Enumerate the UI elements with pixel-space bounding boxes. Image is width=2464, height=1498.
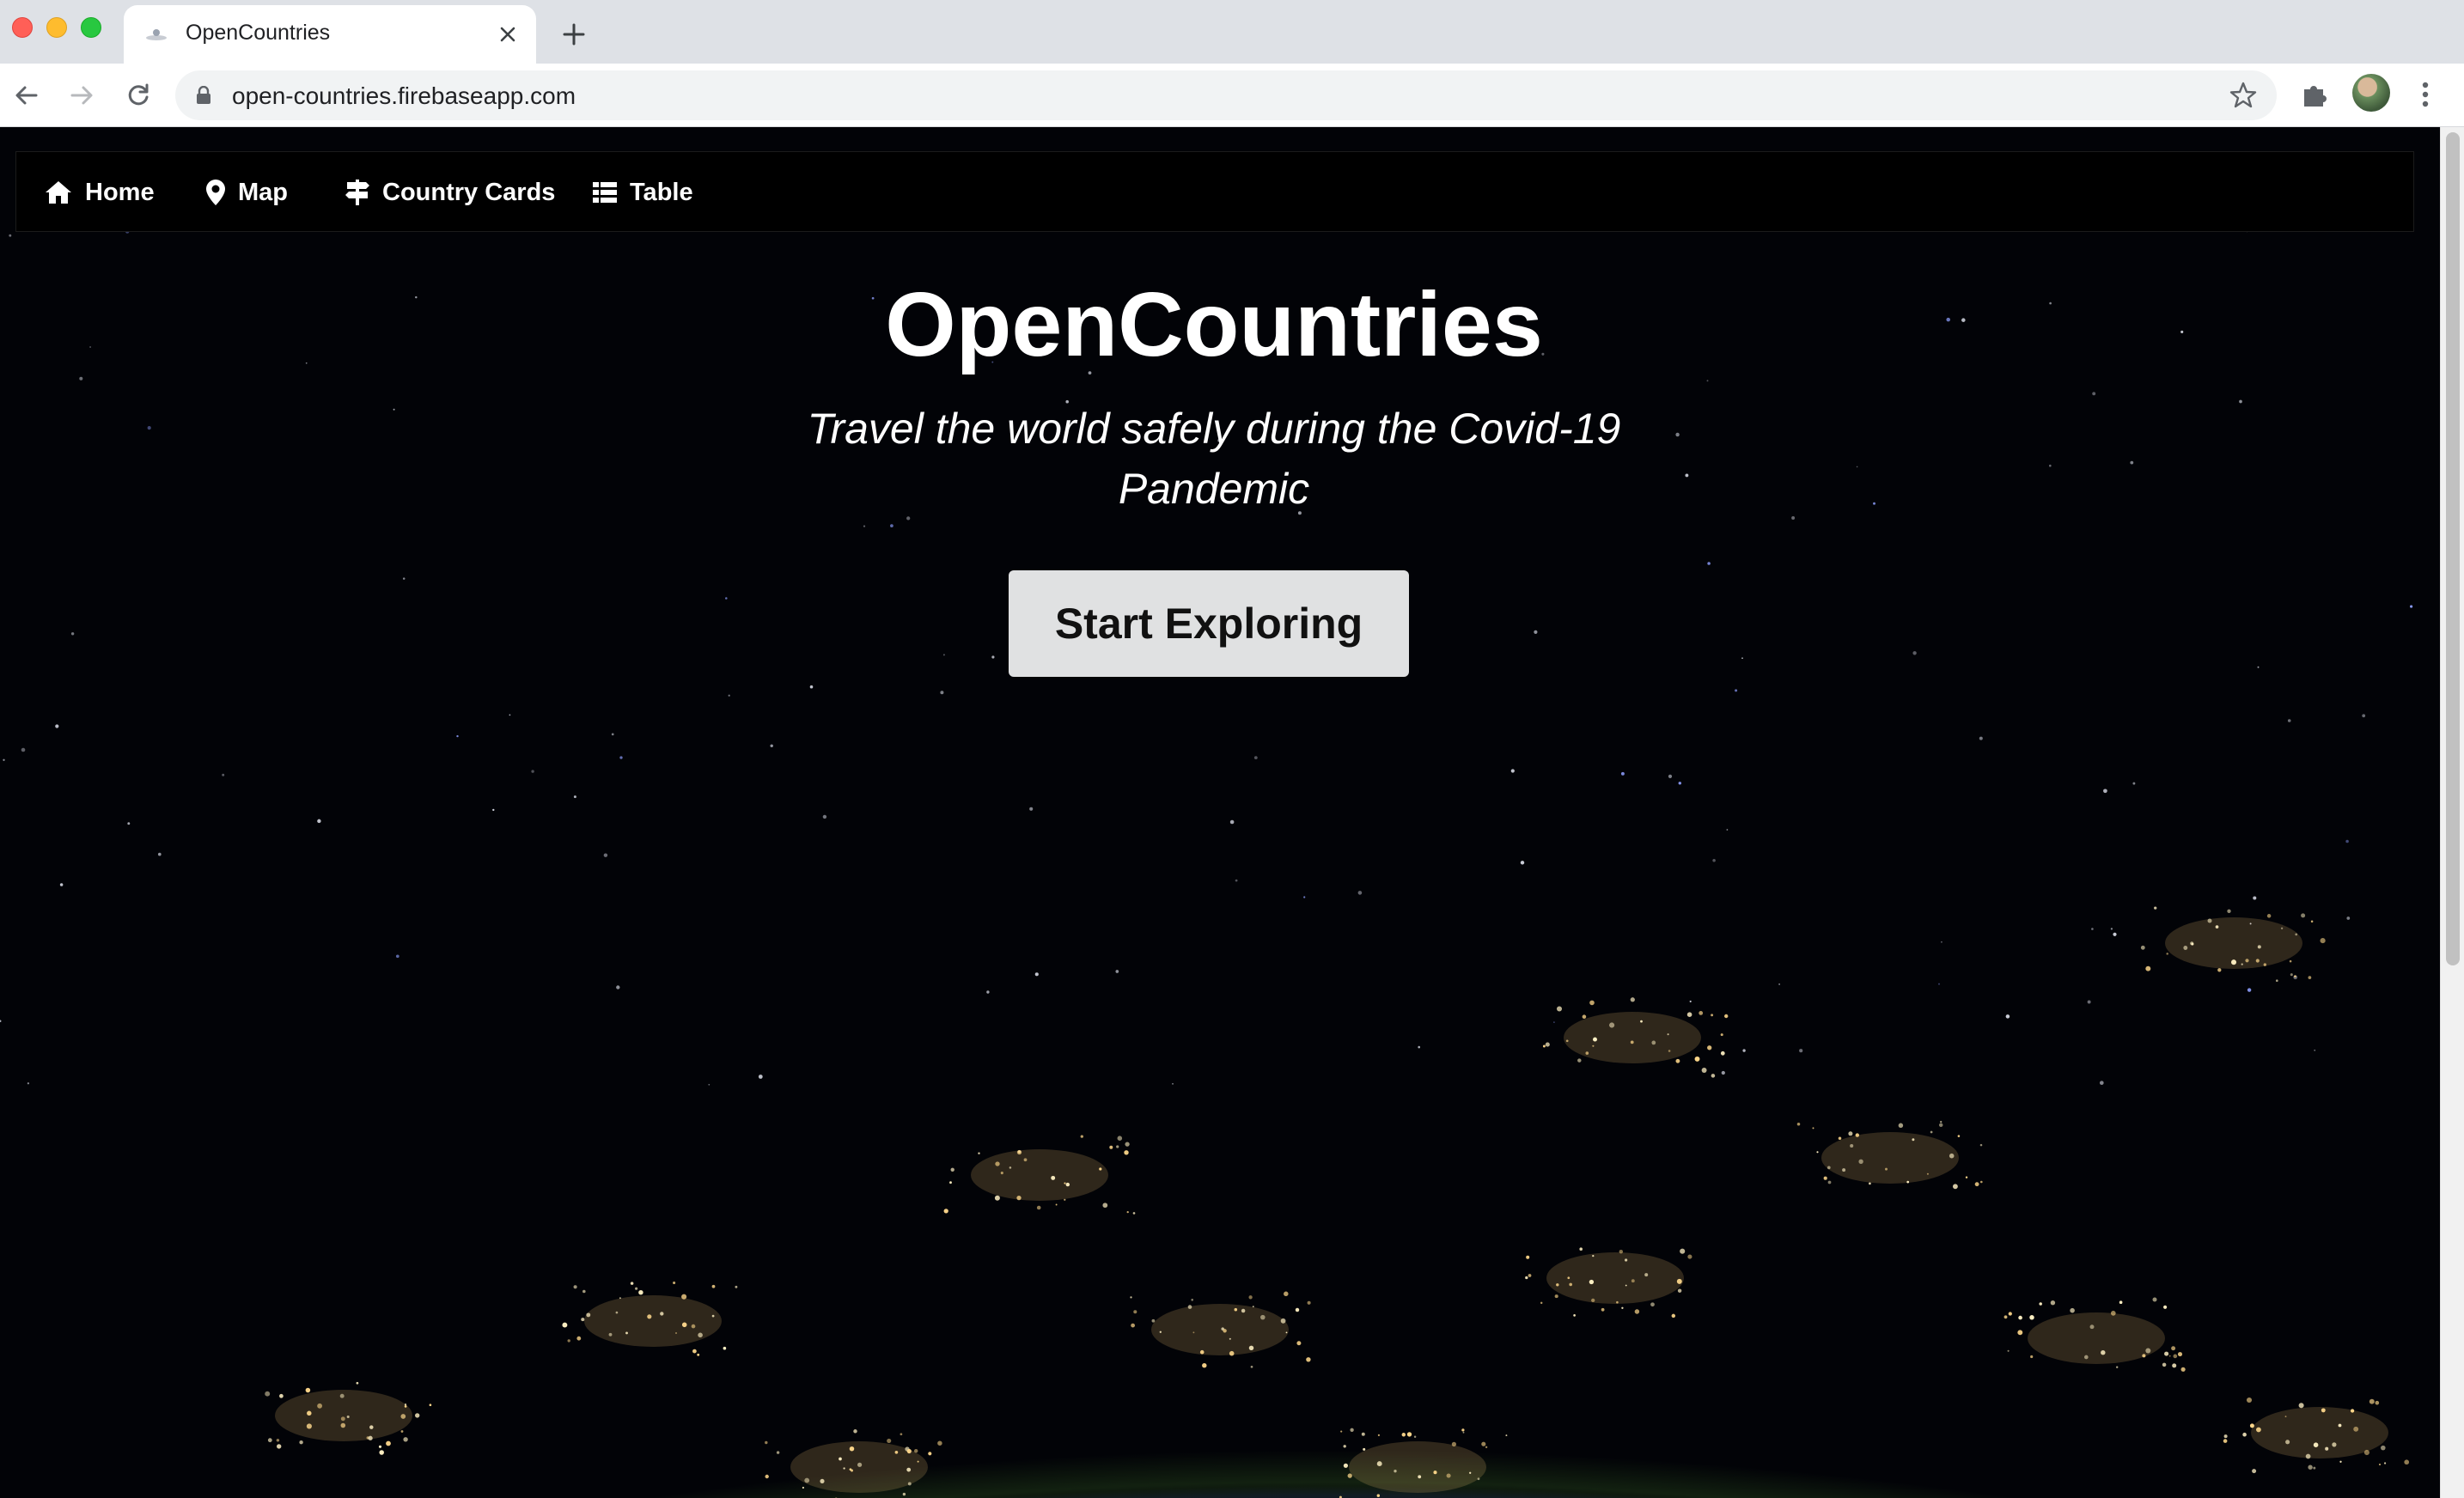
reload-icon — [128, 83, 149, 106]
minimize-window-button[interactable] — [46, 17, 67, 38]
page-viewport: Home Map Country Cards Table OpenCountri… — [0, 127, 2440, 1498]
scrollbar-thumb[interactable] — [2446, 132, 2460, 965]
close-window-button[interactable] — [12, 17, 33, 38]
browser-tab[interactable]: OpenCountries — [124, 5, 536, 64]
nav-item-home-label: Home — [85, 178, 155, 206]
nav-item-map-label: Map — [238, 178, 288, 206]
hero-title: OpenCountries — [885, 274, 1543, 375]
nav-item-country-cards-label: Country Cards — [382, 178, 556, 206]
start-exploring-button[interactable]: Start Exploring — [1009, 570, 1409, 677]
browser-toolbar: open-countries.firebaseapp.com — [0, 64, 2464, 127]
nav-item-country-cards[interactable]: Country Cards — [345, 152, 555, 233]
nav-item-table-label: Table — [630, 178, 693, 206]
site-navbar: Home Map Country Cards Table — [15, 151, 2414, 232]
lock-icon — [197, 86, 210, 104]
kebab-menu-icon[interactable] — [2412, 79, 2438, 110]
address-bar[interactable]: open-countries.firebaseapp.com — [175, 70, 2277, 120]
map-marker-icon — [206, 180, 225, 205]
nav-item-map[interactable]: Map — [205, 152, 288, 233]
bookmark-star-icon[interactable] — [2229, 81, 2258, 110]
table-list-icon — [593, 182, 617, 203]
plus-icon — [563, 23, 585, 46]
hero-subtitle: Travel the world safely during the Covid… — [807, 405, 1621, 513]
browser-tab-bar: OpenCountries — [0, 0, 2464, 64]
maximize-window-button[interactable] — [81, 17, 101, 38]
back-button[interactable] — [9, 77, 45, 113]
home-icon — [46, 181, 71, 204]
signpost-icon — [345, 180, 369, 205]
page-scrollbar[interactable] — [2440, 127, 2464, 1498]
close-tab-button[interactable] — [493, 20, 522, 49]
new-tab-button[interactable] — [557, 17, 591, 52]
nav-item-table[interactable]: Table — [592, 152, 693, 233]
arrow-left-icon — [15, 86, 38, 105]
tab-title: OpenCountries — [186, 21, 331, 45]
close-icon — [500, 27, 515, 42]
profile-avatar[interactable] — [2352, 74, 2390, 112]
arrow-right-icon — [70, 86, 93, 105]
forward-button[interactable] — [64, 77, 100, 113]
site-favicon-icon — [146, 29, 167, 40]
reload-button[interactable] — [120, 77, 156, 113]
url-text: open-countries.firebaseapp.com — [232, 82, 576, 109]
extensions-puzzle-icon[interactable] — [2299, 79, 2330, 110]
nav-item-home[interactable]: Home — [44, 152, 155, 233]
